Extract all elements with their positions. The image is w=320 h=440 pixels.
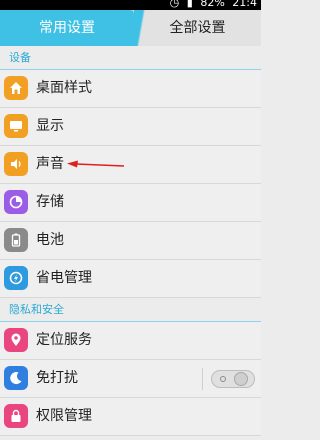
settings-tabs: 常用设置 全部设置: [0, 10, 261, 46]
settings-item-storage[interactable]: 存储: [0, 184, 261, 222]
battery-percent: 82%: [200, 0, 225, 9]
tab-all-settings-label: 全部设置: [169, 20, 226, 36]
moon-icon: [4, 366, 28, 390]
signal-icon: ▮: [186, 0, 193, 9]
tab-common-settings[interactable]: 常用设置: [0, 10, 134, 46]
settings-item-label: 权限管理: [36, 408, 92, 424]
settings-item-label: 显示: [36, 118, 64, 134]
tab-all-settings[interactable]: 全部设置: [134, 10, 261, 46]
settings-item-power-saving[interactable]: 省电管理: [0, 260, 261, 298]
settings-item-do-not-disturb[interactable]: 免打扰: [0, 360, 261, 398]
home-icon: [4, 76, 28, 100]
status-bar: ◷ ▮ 82% 21:4: [0, 0, 261, 10]
settings-item-label: 省电管理: [36, 270, 92, 286]
settings-item-permission-management[interactable]: 权限管理: [0, 398, 261, 436]
section-header-privacy-security: 隐私和安全: [0, 298, 261, 322]
settings-item-label: 存储: [36, 194, 64, 210]
clock: 21:4: [232, 0, 257, 9]
status-indicators: ◷ ▮ 82% 21:4: [166, 0, 257, 10]
settings-item-desktop-style[interactable]: 桌面样式: [0, 70, 261, 108]
battery-icon: [4, 228, 28, 252]
settings-item-location[interactable]: 定位服务: [0, 322, 261, 360]
toggle-divider: [202, 368, 203, 390]
alarm-icon: ◷: [169, 0, 180, 9]
do-not-disturb-toggle[interactable]: [211, 370, 255, 388]
speaker-icon: [4, 152, 28, 176]
monitor-icon: [4, 114, 28, 138]
settings-list: 设备 桌面样式 显示 声音 存储 电池 省电管理 隐私和安全 定位服务 免打扰 …: [0, 46, 261, 436]
settings-item-display[interactable]: 显示: [0, 108, 261, 146]
settings-item-label: 声音: [36, 156, 64, 172]
lock-icon: [4, 404, 28, 428]
settings-item-battery[interactable]: 电池: [0, 222, 261, 260]
settings-item-sound[interactable]: 声音: [0, 146, 261, 184]
settings-item-label: 桌面样式: [36, 80, 92, 96]
location-icon: [4, 328, 28, 352]
red-arrow-annotation: [67, 160, 125, 168]
storage-icon: [4, 190, 28, 214]
settings-item-label: 免打扰: [36, 370, 78, 386]
toggle-off-indicator: [220, 376, 226, 382]
settings-item-label: 定位服务: [36, 332, 92, 348]
settings-item-label: 电池: [36, 232, 64, 248]
toggle-knob: [234, 372, 248, 386]
section-header-device: 设备: [0, 46, 261, 70]
power-saving-icon: [4, 266, 28, 290]
